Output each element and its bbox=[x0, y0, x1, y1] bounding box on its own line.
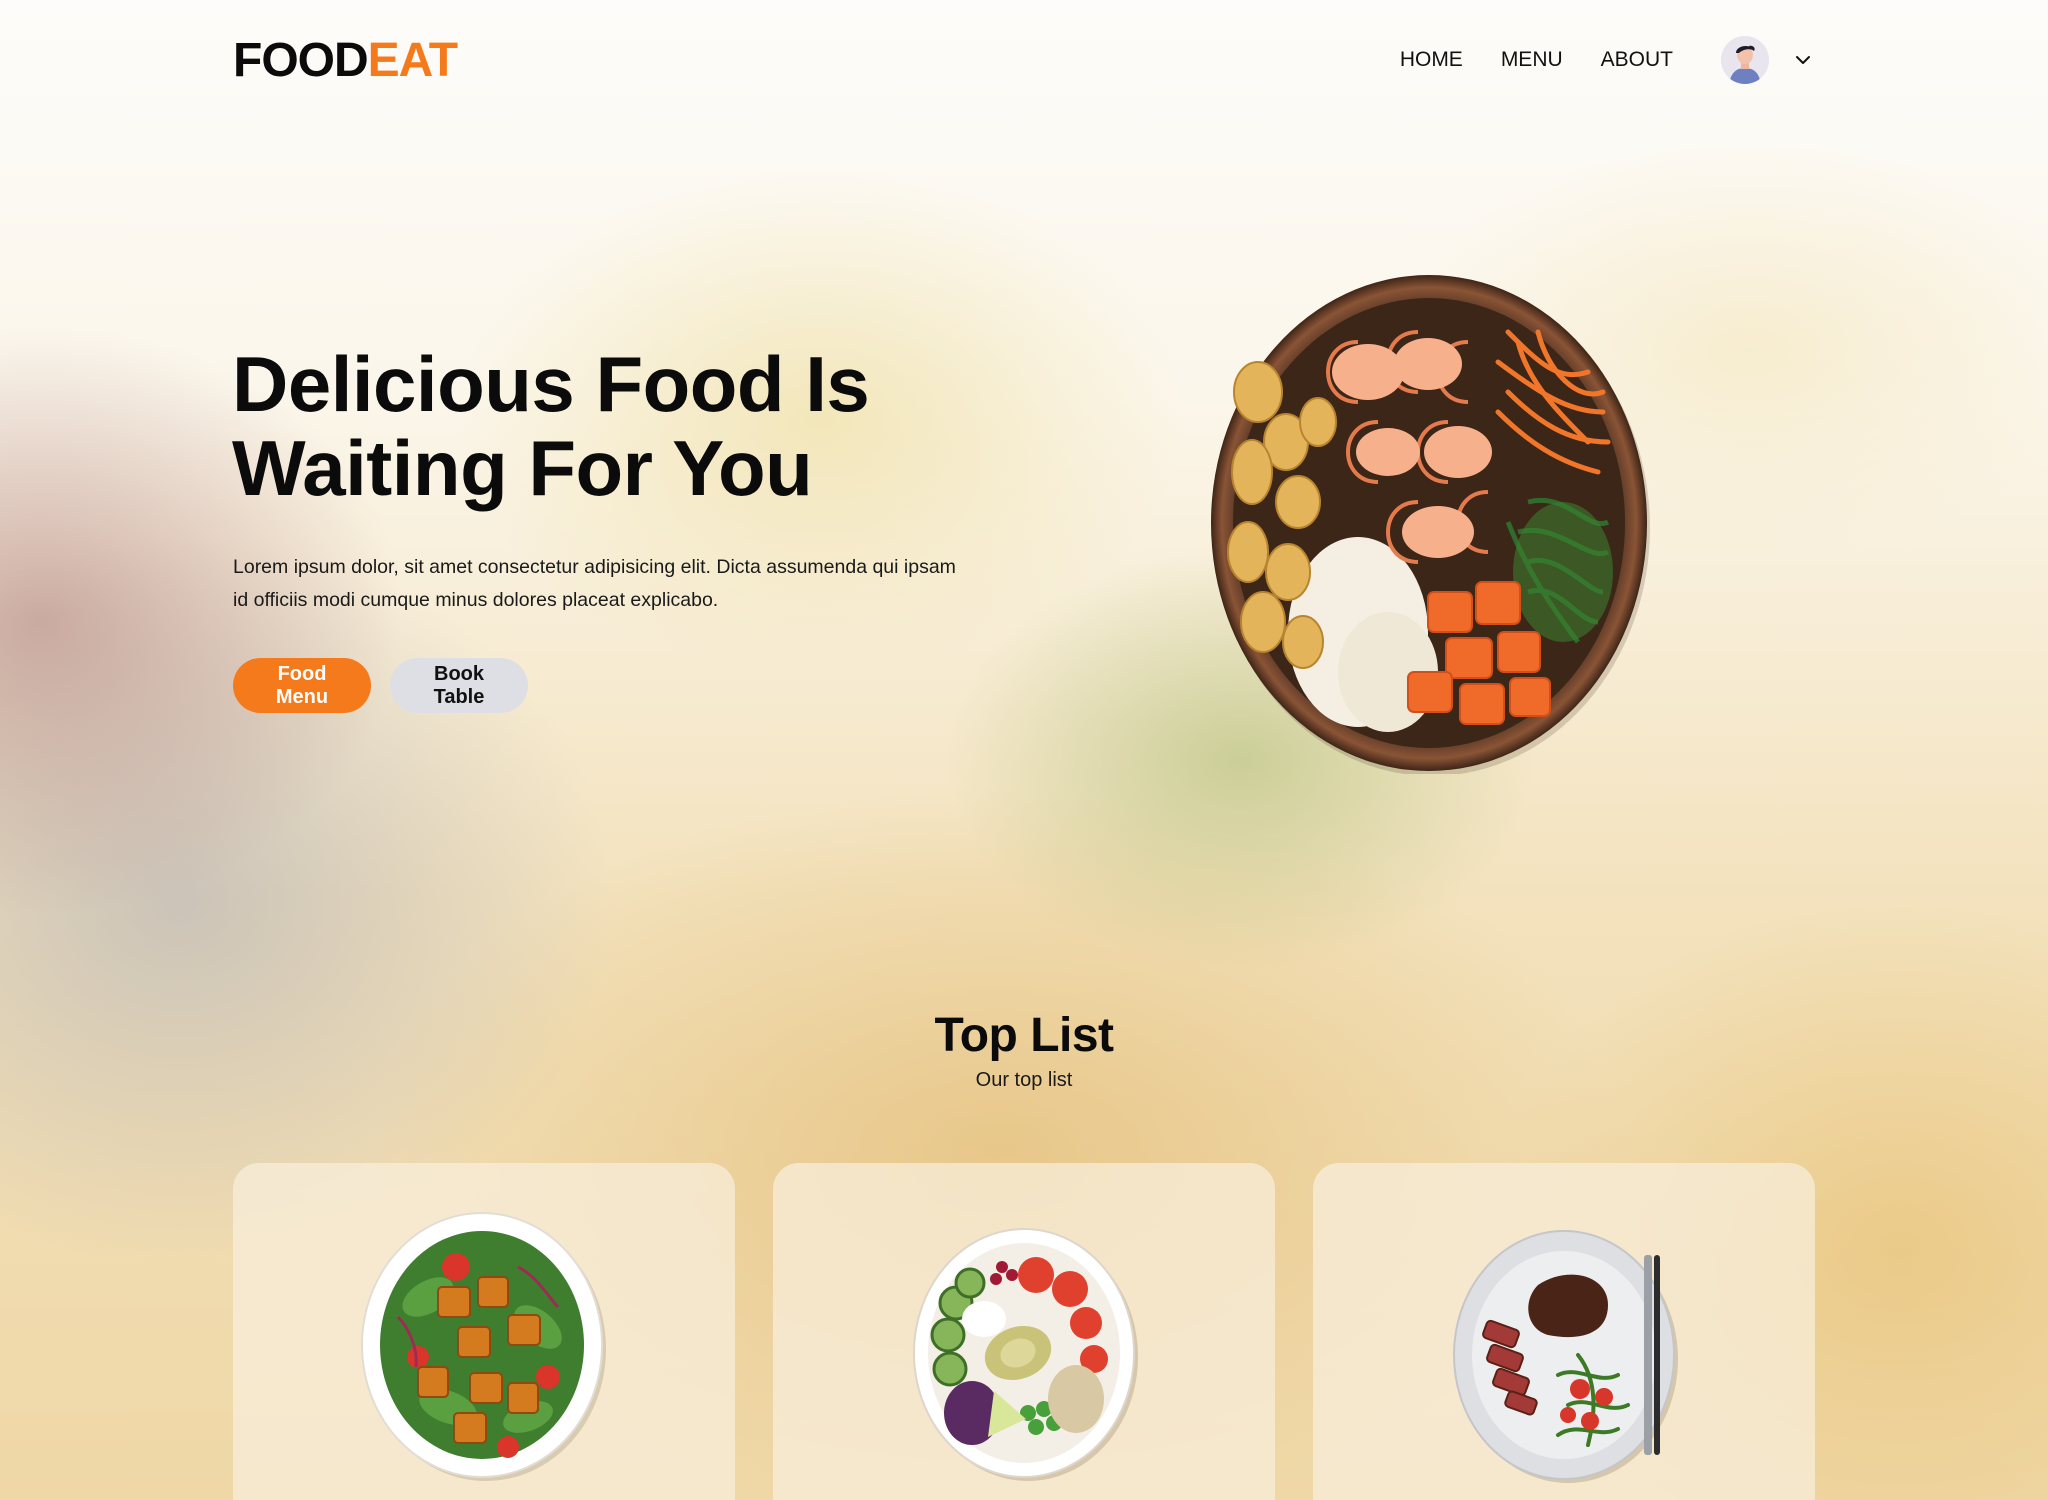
top-list-cards bbox=[233, 1163, 1815, 1500]
veggie-bowl-icon bbox=[913, 1228, 1138, 1481]
main-nav: HOME MENU ABOUT bbox=[1400, 36, 1815, 84]
hero-actions: Food Menu Book Table bbox=[233, 658, 528, 713]
food-menu-button[interactable]: Food Menu bbox=[233, 658, 371, 713]
top-list-card[interactable] bbox=[773, 1163, 1275, 1500]
avatar[interactable] bbox=[1721, 36, 1769, 84]
nav-about[interactable]: ABOUT bbox=[1601, 48, 1673, 72]
tofu-salad-plate-icon bbox=[361, 1212, 606, 1481]
logo[interactable]: FOODEAT bbox=[233, 33, 458, 88]
hero-title-line2: Waiting For You bbox=[232, 424, 813, 512]
poke-bowl-icon bbox=[1211, 275, 1650, 774]
logo-primary: FOOD bbox=[233, 33, 369, 87]
logo-accent: EAT bbox=[367, 33, 458, 87]
site-header: FOODEAT HOME MENU ABOUT bbox=[233, 30, 1815, 90]
top-list-subtitle: Our top list bbox=[975, 1069, 1073, 1091]
steak-plate-icon bbox=[1453, 1230, 1678, 1483]
user-menu[interactable] bbox=[1721, 36, 1815, 84]
top-list-title: Top List bbox=[934, 1009, 1114, 1062]
page: FOODEAT HOME MENU ABOUT Delicious Food I… bbox=[0, 0, 2048, 1500]
book-table-button[interactable]: Book Table bbox=[390, 658, 528, 713]
top-list-card[interactable] bbox=[233, 1163, 735, 1500]
hero-description: Lorem ipsum dolor, sit amet consectetur … bbox=[233, 556, 956, 611]
hero-title-line1: Delicious Food Is bbox=[232, 340, 870, 428]
nav-menu[interactable]: MENU bbox=[1501, 48, 1563, 72]
hero-title: Delicious Food Is Waiting For You bbox=[232, 342, 952, 510]
top-list-card[interactable] bbox=[1313, 1163, 1815, 1500]
chevron-down-icon[interactable] bbox=[1791, 48, 1815, 72]
nav-home[interactable]: HOME bbox=[1400, 48, 1463, 72]
